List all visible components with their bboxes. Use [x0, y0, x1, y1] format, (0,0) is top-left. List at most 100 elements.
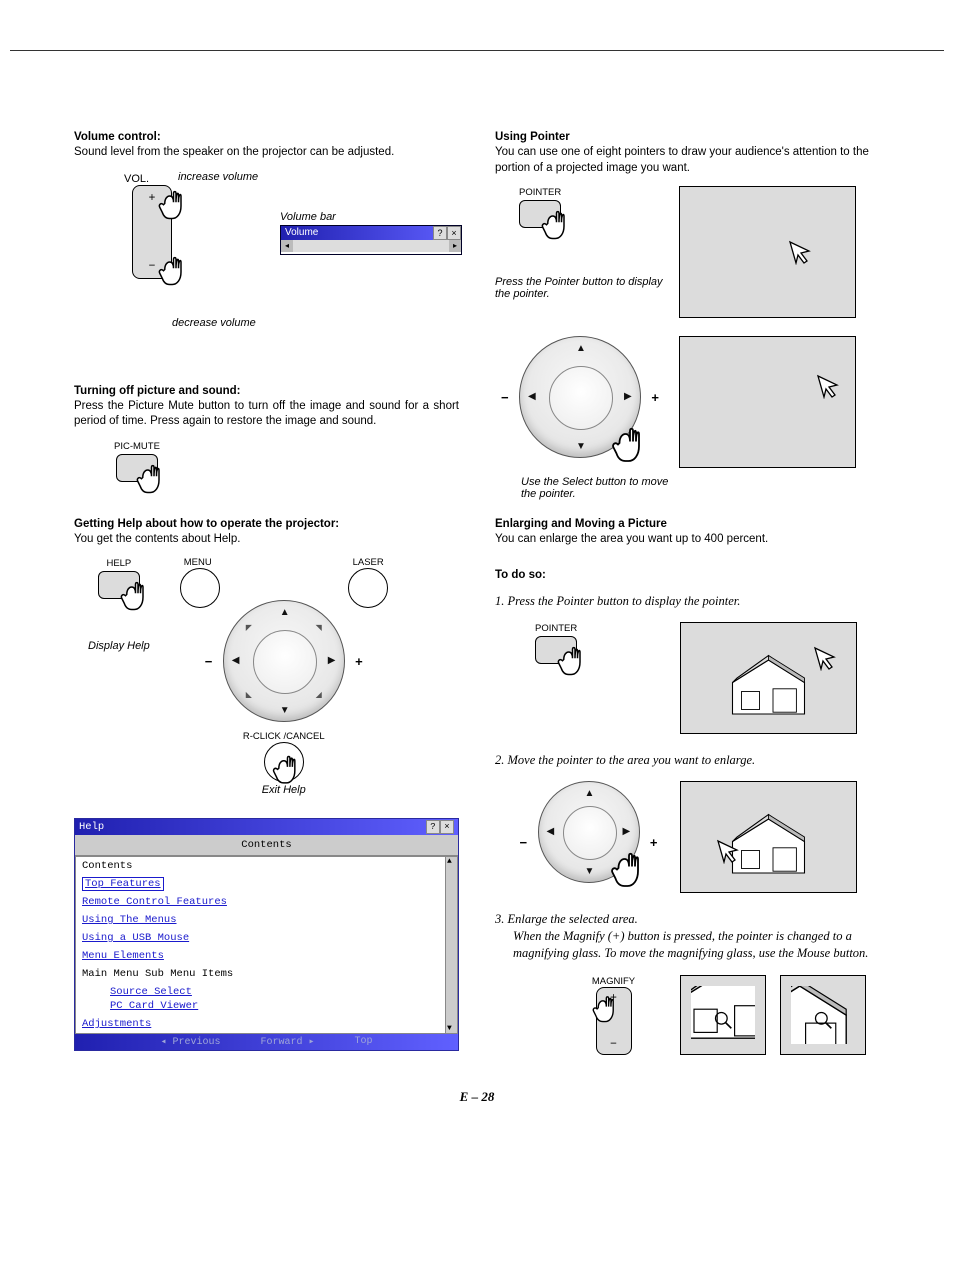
select-disc: − ▲ ▼ ◀ ▶ + [538, 781, 640, 883]
help-link[interactable]: Adjustments [82, 1018, 151, 1030]
arrow-down-icon: ▼ [280, 705, 290, 716]
arrow-right-icon: ▶ [624, 391, 632, 402]
help-button-label: HELP [98, 558, 140, 569]
scrollbar[interactable] [445, 857, 457, 1033]
screen-preview [680, 781, 857, 893]
hand-icon [607, 416, 647, 464]
minus-icon: − [610, 1038, 617, 1050]
press-pointer-caption: Press the Pointer button to display the … [495, 276, 665, 300]
volume-control-text: Sound level from the speaker on the proj… [74, 145, 459, 161]
select-disc: − ▲ ▼ ◀ ▶ + [519, 336, 641, 458]
step-3-note: When the Magnify (+) button is pressed, … [513, 928, 880, 962]
help-window-footer: ◂ Previous Forward ▸ Top [75, 1034, 458, 1050]
minus-icon: − [205, 654, 213, 669]
screen-preview [680, 622, 857, 734]
help-item: Contents [76, 857, 445, 875]
pointer-arrow-icon [787, 239, 813, 268]
arrow-left-icon: ◀ [528, 391, 536, 402]
pointer-arrow-icon [715, 838, 741, 867]
help-forward[interactable]: Forward ▸ [260, 1036, 314, 1048]
screen-preview-zoom [780, 975, 866, 1055]
display-help-caption: Display Help [88, 640, 150, 652]
select-disc: − ▲ ▼ ◀ ▶ ◤ ◥ ◣ ◢ + [223, 600, 345, 722]
exit-help-caption: Exit Help [243, 784, 325, 796]
window-controls: ?× [433, 226, 461, 240]
help-link[interactable]: Source Select [110, 986, 192, 998]
pic-mute-button-diagram: PIC-MUTE [114, 441, 160, 482]
arrow-right-icon: ▶ [623, 826, 631, 837]
magnify-glass-icon [813, 1010, 833, 1033]
help-link[interactable]: Menu Elements [82, 950, 164, 962]
using-pointer-heading: Using Pointer [495, 131, 880, 143]
pic-mute-label: PIC-MUTE [114, 441, 160, 452]
menu-button-icon [180, 568, 220, 608]
hand-icon [537, 201, 571, 241]
help-link[interactable]: Using a USB Mouse [82, 932, 189, 944]
arrow-down-icon: ▼ [585, 866, 595, 877]
screen-preview [679, 336, 856, 468]
laser-button-icon [348, 568, 388, 608]
hand-icon [116, 572, 150, 612]
pointer-arrow-icon [812, 645, 838, 674]
minus-icon: − [520, 835, 528, 850]
plus-icon: + [650, 835, 658, 850]
arrow-right-icon: ▶ [328, 655, 336, 666]
enlarge-text: You can enlarge the area you want up to … [495, 532, 880, 548]
help-heading: Getting Help about how to operate the pr… [74, 518, 459, 530]
left-column: Volume control: Sound level from the spe… [74, 131, 459, 1055]
help-window-head: Contents [75, 835, 458, 856]
right-column: Using Pointer You can use one of eight p… [495, 131, 880, 1055]
arrow-down-icon: ▼ [576, 441, 586, 452]
use-select-caption: Use the Select button to move the pointe… [521, 476, 671, 500]
plus-icon: + [651, 390, 659, 405]
screen-preview [679, 186, 856, 318]
plus-icon: + [355, 654, 363, 669]
help-window-body: Contents Top Features Remote Control Fea… [75, 856, 458, 1034]
volume-control-heading: Volume control: [74, 131, 459, 143]
arrow-left-icon: ◀ [547, 826, 555, 837]
pointer-button-diagram: POINTER [535, 623, 577, 664]
help-link[interactable]: Top Features [82, 877, 164, 891]
increase-volume-label: increase volume [178, 171, 258, 183]
help-window: Help ?× Contents Contents Top Features R… [74, 818, 459, 1051]
step-1: Press the Pointer button to display the … [508, 594, 741, 608]
todo-label: To do so: [495, 569, 546, 581]
arrow-left-icon: ◀ [232, 655, 240, 666]
help-link[interactable]: Remote Control Features [82, 896, 227, 908]
enlarge-heading: Enlarging and Moving a Picture [495, 518, 880, 530]
vol-label: VOL. [124, 173, 149, 185]
using-pointer-text: You can use one of eight pointers to dra… [495, 145, 880, 176]
menu-label: MENU [184, 557, 212, 568]
help-item: Main Menu Sub Menu Items [76, 965, 445, 983]
mute-text: Press the Picture Mute button to turn of… [74, 399, 459, 430]
help-button-diagram: HELP [98, 558, 140, 622]
help-link[interactable]: PC Card Viewer [110, 1000, 198, 1012]
window-controls: ?× [426, 820, 454, 834]
pointer-button-diagram: POINTER [519, 187, 561, 228]
step-3: Enlarge the selected area. [508, 912, 638, 926]
scroll-right-icon: ▸ [449, 240, 461, 252]
laser-label: LASER [353, 557, 384, 568]
magnify-label: MAGNIFY [592, 976, 635, 987]
mute-heading: Turning off picture and sound: [74, 385, 459, 397]
hand-icon [269, 746, 301, 784]
house-illustration [691, 792, 846, 882]
arrow-up-icon: ▲ [280, 607, 290, 618]
help-link[interactable]: Using The Menus [82, 914, 177, 926]
arrow-up-icon: ▲ [585, 788, 595, 799]
help-top[interactable]: Top [355, 1036, 373, 1048]
volume-bar-title: Volume [285, 227, 318, 238]
decrease-volume-label: decrease volume [172, 317, 256, 329]
help-window-title: Help [79, 821, 104, 833]
volume-bar-caption: Volume bar [280, 211, 462, 223]
volume-diagram: VOL. increase volume + − decrease volume… [132, 175, 459, 345]
pointer-button-label: POINTER [535, 623, 577, 634]
help-prev[interactable]: ◂ Previous [160, 1036, 220, 1048]
pointer-arrow-icon [815, 373, 841, 402]
rclick-label: R-CLICK /CANCEL [243, 731, 325, 742]
help-text: You get the contents about Help. [74, 532, 459, 548]
hand-icon [589, 987, 619, 1023]
minus-icon: − [501, 390, 509, 405]
screen-preview-zoom [680, 975, 766, 1055]
volume-bar-graphic: Volume bar Volume ?× ◂▸ [280, 211, 462, 255]
